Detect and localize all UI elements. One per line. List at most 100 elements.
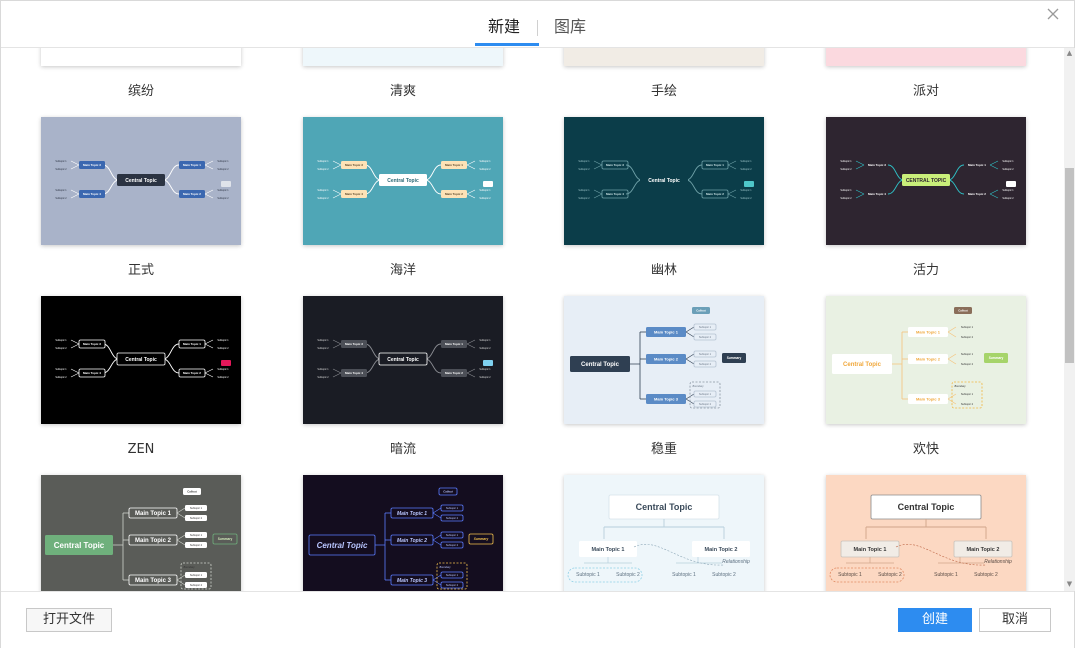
svg-text:Main Topic 2: Main Topic 2 xyxy=(445,371,463,375)
svg-text:CENTRAL TOPIC: CENTRAL TOPIC xyxy=(906,178,947,184)
svg-text:Main Topic 3: Main Topic 3 xyxy=(83,342,101,346)
svg-text:Main Topic 1: Main Topic 1 xyxy=(968,163,986,167)
svg-text:Subtopic 2: Subtopic 2 xyxy=(55,168,67,171)
svg-text:Main Topic 1: Main Topic 1 xyxy=(916,329,941,334)
theme-card[interactable]: CENTRAL TOPIC Main Topic 3 Main Topic 4 Mai… xyxy=(826,117,1026,245)
theme-preview: Central Topic Main Topic 1 Subtopic 1 Subto… xyxy=(41,475,241,591)
svg-text:Subtopic 2: Subtopic 2 xyxy=(699,362,712,366)
svg-text:Subtopic 2: Subtopic 2 xyxy=(740,197,752,200)
svg-text:Main Topic 3: Main Topic 3 xyxy=(345,163,363,167)
svg-text:Subtopic 2: Subtopic 2 xyxy=(840,197,852,200)
theme-card[interactable]: Central Topic Main Topic 1 Subtopic 1 Subto… xyxy=(303,475,503,591)
svg-text:Subtopic 2: Subtopic 2 xyxy=(55,376,67,379)
svg-text:Main Topic 3: Main Topic 3 xyxy=(345,342,363,346)
dialog-footer: 打开文件 创建 取消 xyxy=(1,591,1074,649)
theme-card[interactable]: Central Topic Main Topic 3 Main Topic 4 Mai… xyxy=(41,296,241,424)
svg-text:Main Topic 2: Main Topic 2 xyxy=(654,356,679,361)
svg-text:Subtopic 2: Subtopic 2 xyxy=(217,197,229,200)
open-file-button[interactable]: 打开文件 xyxy=(26,608,112,632)
svg-text:Subtopic 1: Subtopic 1 xyxy=(699,325,712,329)
theme-preview: Central Topic Main Topic 3 Main Topic 4 Mai… xyxy=(41,117,241,245)
theme-card[interactable]: Central Topic Main Topic 1 Subtopic 1 Subto… xyxy=(41,475,241,591)
theme-label: 活力 xyxy=(912,263,939,278)
theme-label: 缤纷 xyxy=(127,84,154,99)
svg-text:Subtopic 1: Subtopic 1 xyxy=(217,368,229,371)
scroll-thumb[interactable] xyxy=(1065,168,1074,363)
svg-text:Relationship: Relationship xyxy=(984,559,1012,565)
theme-grid[interactable]: 缤纷 清爽 手绘 派对 Central Topic Main Topic 3 Main To… xyxy=(1,48,1064,591)
svg-text:Subtopic 1: Subtopic 1 xyxy=(479,339,491,342)
svg-text:Subtopic 1: Subtopic 1 xyxy=(578,189,590,192)
theme-preview: Central Topic Main Topic 1 Subtopic 1 Subto… xyxy=(303,475,503,591)
svg-text:Subtopic 2: Subtopic 2 xyxy=(699,402,712,406)
svg-text:Boundary: Boundary xyxy=(954,384,966,388)
theme-card[interactable]: Central Topic Main Topic 3 Main Topic 4 Mai… xyxy=(41,117,241,245)
svg-text:Subtopic 2: Subtopic 2 xyxy=(712,572,736,578)
svg-text:Subtopic 1: Subtopic 1 xyxy=(317,189,329,192)
svg-text:Boundary: Boundary xyxy=(439,565,451,569)
theme-preview: Central Topic Main Topic 3 Main Topic 4 Mai… xyxy=(303,296,503,424)
svg-text:Subtopic 2: Subtopic 2 xyxy=(479,168,491,171)
theme-label: 海洋 xyxy=(389,263,416,278)
cancel-button[interactable]: 取消 xyxy=(979,608,1051,632)
scrollbar[interactable]: ▲ ▼ xyxy=(1064,48,1075,591)
tab-new[interactable]: 新建 xyxy=(488,16,520,38)
svg-text:Subtopic 1: Subtopic 1 xyxy=(576,572,600,578)
theme-card[interactable] xyxy=(41,48,241,66)
theme-card[interactable]: Central Topic Main Topic 1 Subtopic 1 Subto… xyxy=(564,296,764,424)
close-icon[interactable] xyxy=(1045,6,1061,22)
theme-label: 派对 xyxy=(912,84,939,99)
theme-card[interactable] xyxy=(564,48,764,66)
svg-text:Subtopic 2: Subtopic 2 xyxy=(317,376,329,379)
theme-label: 清爽 xyxy=(389,84,416,99)
svg-text:Subtopic 2: Subtopic 2 xyxy=(55,347,67,350)
theme-label: 正式 xyxy=(127,263,154,278)
svg-text:Subtopic 2: Subtopic 2 xyxy=(1002,197,1014,200)
svg-text:Subtopic 1: Subtopic 1 xyxy=(1002,160,1014,163)
svg-text:Subtopic 2: Subtopic 2 xyxy=(446,583,459,587)
svg-text:Main Topic 2: Main Topic 2 xyxy=(183,192,201,196)
svg-text:Main Topic 1: Main Topic 1 xyxy=(445,342,463,346)
svg-text:Summary: Summary xyxy=(218,537,233,541)
svg-text:Subtopic 1: Subtopic 1 xyxy=(55,368,67,371)
theme-card[interactable] xyxy=(826,48,1026,66)
scroll-up-icon[interactable]: ▲ xyxy=(1066,50,1073,57)
svg-text:Subtopic 2: Subtopic 2 xyxy=(217,347,229,350)
svg-text:Subtopic 2: Subtopic 2 xyxy=(446,516,459,520)
svg-text:Subtopic 1: Subtopic 1 xyxy=(190,573,203,577)
tab-gallery[interactable]: 图库 xyxy=(554,16,586,38)
svg-text:Central Topic: Central Topic xyxy=(648,178,680,184)
svg-text:Callout: Callout xyxy=(696,308,706,312)
theme-card[interactable]: Central Topic Main Topic 3 Main Topic 4 Mai… xyxy=(303,117,503,245)
svg-text:Main Topic 1: Main Topic 1 xyxy=(183,163,201,167)
theme-card[interactable] xyxy=(303,48,503,66)
svg-text:Subtopic 2: Subtopic 2 xyxy=(479,347,491,350)
svg-text:Subtopic 1: Subtopic 1 xyxy=(740,189,752,192)
svg-text:Central Topic: Central Topic xyxy=(898,502,955,512)
new-file-dialog: 新建 图库 缤纷 清爽 手绘 派对 Central Topic Main Topic 3 M… xyxy=(0,0,1075,649)
svg-text:Subtopic 1: Subtopic 1 xyxy=(479,189,491,192)
svg-text:Main Topic 2: Main Topic 2 xyxy=(916,356,941,361)
theme-card[interactable]: Central Topic Main Topic 3 Main Topic 4 Mai… xyxy=(564,117,764,245)
theme-card[interactable]: Central Topic Main Topic 1 Subtopic 1 Subto… xyxy=(826,296,1026,424)
svg-text:Subtopic 1: Subtopic 1 xyxy=(446,506,459,510)
svg-text:Subtopic 1: Subtopic 1 xyxy=(317,160,329,163)
svg-text:Subtopic 1: Subtopic 1 xyxy=(961,352,974,356)
theme-card[interactable]: Central Topic Main Topic 1 Main Topic 2 Sub… xyxy=(564,475,764,591)
svg-text:Central Topic: Central Topic xyxy=(581,362,620,368)
svg-text:Central Topic: Central Topic xyxy=(843,362,882,368)
svg-text:Subtopic 1: Subtopic 1 xyxy=(961,325,974,329)
svg-text:Main Topic 3: Main Topic 3 xyxy=(397,578,427,584)
svg-text:Subtopic 1: Subtopic 1 xyxy=(840,160,852,163)
svg-text:Subtopic 1: Subtopic 1 xyxy=(446,533,459,537)
svg-text:Main Topic 2: Main Topic 2 xyxy=(967,547,1000,553)
svg-text:Subtopic 1: Subtopic 1 xyxy=(740,160,752,163)
theme-card[interactable]: Central Topic Main Topic 1 Main Topic 2 Sub… xyxy=(826,475,1026,591)
svg-text:Subtopic 2: Subtopic 2 xyxy=(840,168,852,171)
scroll-down-icon[interactable]: ▼ xyxy=(1066,581,1073,588)
theme-card[interactable]: Central Topic Main Topic 3 Main Topic 4 Mai… xyxy=(303,296,503,424)
theme-label: 手绘 xyxy=(650,84,677,99)
svg-text:Subtopic 1: Subtopic 1 xyxy=(840,189,852,192)
svg-text:Subtopic 1: Subtopic 1 xyxy=(55,339,67,342)
create-button[interactable]: 创建 xyxy=(898,608,972,632)
